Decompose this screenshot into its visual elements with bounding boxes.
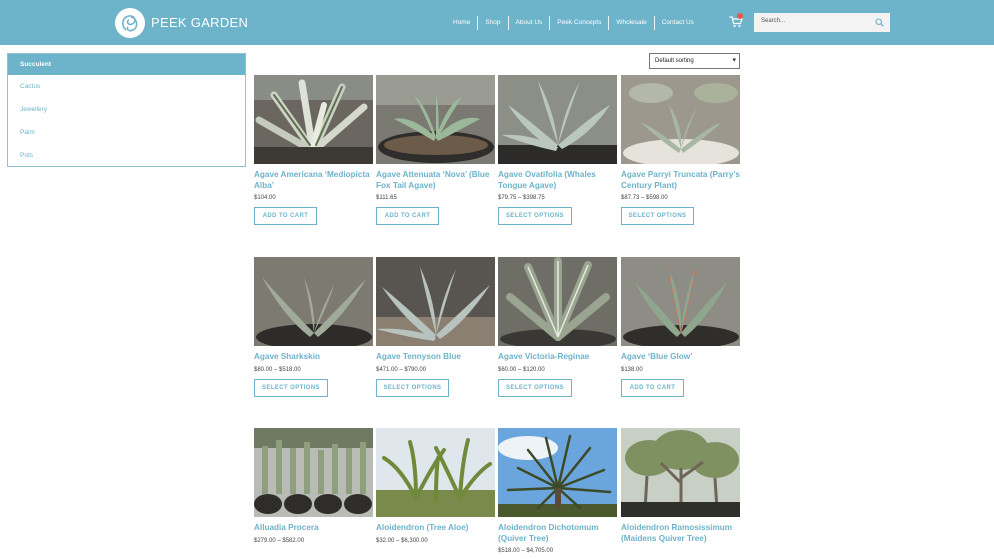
- product-title[interactable]: Agave ‘Blue Glow’: [621, 352, 746, 363]
- add-to-cart-button[interactable]: ADD TO CART: [254, 207, 317, 225]
- category-cactus[interactable]: Cactus: [8, 75, 245, 98]
- product-price: $518.00 – $4,705.00: [498, 548, 554, 554]
- product-image[interactable]: [376, 428, 495, 517]
- site-header: PEEK GARDEN Home Shop About Us Peek Conc…: [0, 0, 994, 45]
- nav-home[interactable]: Home: [446, 15, 477, 31]
- product-price: $60.00 – $120.00: [498, 367, 545, 373]
- search-input[interactable]: Search...: [754, 13, 890, 32]
- product-image[interactable]: [621, 75, 740, 164]
- chevron-down-icon: ▾: [732, 57, 736, 64]
- product-image[interactable]: [498, 257, 617, 346]
- nav-divider: [653, 16, 655, 30]
- category-palm[interactable]: Palm: [8, 121, 245, 144]
- add-to-cart-button[interactable]: ADD TO CART: [376, 207, 439, 225]
- product-image[interactable]: [376, 75, 495, 164]
- product-price: $471.00 – $790.00: [376, 367, 427, 373]
- product-price: $138.00: [621, 367, 643, 373]
- product-title[interactable]: Agave Americana ‘Mediopicta Alba’: [254, 170, 379, 191]
- product-price: $32.00 – $6,300.00: [376, 538, 428, 544]
- nav-peek-concepts[interactable]: Peek Concepts: [550, 15, 608, 31]
- product-title[interactable]: Agave Tennyson Blue: [376, 352, 501, 363]
- product-title[interactable]: Alluadia Procera: [254, 523, 379, 534]
- logo-icon[interactable]: [115, 8, 145, 38]
- product-title[interactable]: Agave Ovatifolia (Whales Tongue Agave): [498, 170, 623, 191]
- search-placeholder: Search...: [761, 18, 786, 24]
- product-image[interactable]: [621, 257, 740, 346]
- product-price: $87.73 – $598.00: [621, 195, 668, 201]
- product-price: $279.00 – $582.00: [254, 538, 305, 544]
- product-image[interactable]: [254, 257, 373, 346]
- product-title[interactable]: Agave Victoria-Reginae: [498, 352, 623, 363]
- product-image[interactable]: [254, 428, 373, 517]
- product-price: $111.65: [376, 195, 397, 201]
- sort-selected: Default sorting: [655, 58, 694, 64]
- category-succulent[interactable]: Succulent: [8, 54, 245, 75]
- product-title[interactable]: Agave Attenuata ‘Nova’ (Blue Fox Tail Ag…: [376, 170, 501, 191]
- product-price: $80.00 – $518.00: [254, 367, 301, 373]
- nav-divider: [507, 16, 509, 30]
- product-title[interactable]: Agave Sharkskin: [254, 352, 379, 363]
- sort-select[interactable]: Default sorting ▾: [649, 53, 740, 69]
- main-nav: Home Shop About Us Peek Concepts Wholesa…: [446, 15, 701, 31]
- select-options-button[interactable]: SELECT OPTIONS: [254, 379, 328, 397]
- category-pots[interactable]: Pots: [8, 144, 245, 167]
- add-to-cart-button[interactable]: ADD TO CART: [621, 379, 684, 397]
- nav-contact-us[interactable]: Contact Us: [655, 15, 701, 31]
- product-image[interactable]: [498, 75, 617, 164]
- category-jewellery[interactable]: Jewellery: [8, 98, 245, 121]
- search-icon[interactable]: [875, 18, 884, 27]
- select-options-button[interactable]: SELECT OPTIONS: [376, 379, 449, 397]
- product-title[interactable]: Aloidendron Dichotomum (Quiver Tree): [498, 523, 623, 544]
- nav-about-us[interactable]: About Us: [509, 15, 550, 31]
- select-options-button[interactable]: SELECT OPTIONS: [498, 207, 572, 225]
- product-price: $79.75 – $398.75: [498, 195, 545, 201]
- nav-divider: [477, 16, 479, 30]
- page: PEEK GARDEN Home Shop About Us Peek Conc…: [0, 0, 994, 559]
- product-price: $104.00: [254, 195, 276, 201]
- cart-badge: [737, 13, 743, 19]
- select-options-button[interactable]: SELECT OPTIONS: [498, 379, 572, 397]
- nav-wholesale[interactable]: Wholesale: [609, 15, 653, 31]
- logo-text[interactable]: PEEK GARDEN: [151, 15, 248, 30]
- category-sidebar: Succulent Cactus Jewellery Palm Pots: [7, 53, 246, 167]
- product-image[interactable]: [621, 428, 740, 517]
- nav-shop[interactable]: Shop: [478, 15, 507, 31]
- product-title[interactable]: Agave Parryi Truncata (Parry’s Century P…: [621, 170, 746, 191]
- product-image[interactable]: [376, 257, 495, 346]
- product-image[interactable]: [498, 428, 617, 517]
- nav-divider: [608, 16, 610, 30]
- product-title[interactable]: Aloidendron (Tree Aloe): [376, 523, 501, 534]
- product-image[interactable]: [254, 75, 373, 164]
- product-title[interactable]: Aloidendron Ramosissimum (Maidens Quiver…: [621, 523, 746, 544]
- select-options-button[interactable]: SELECT OPTIONS: [621, 207, 694, 225]
- nav-divider: [549, 16, 551, 30]
